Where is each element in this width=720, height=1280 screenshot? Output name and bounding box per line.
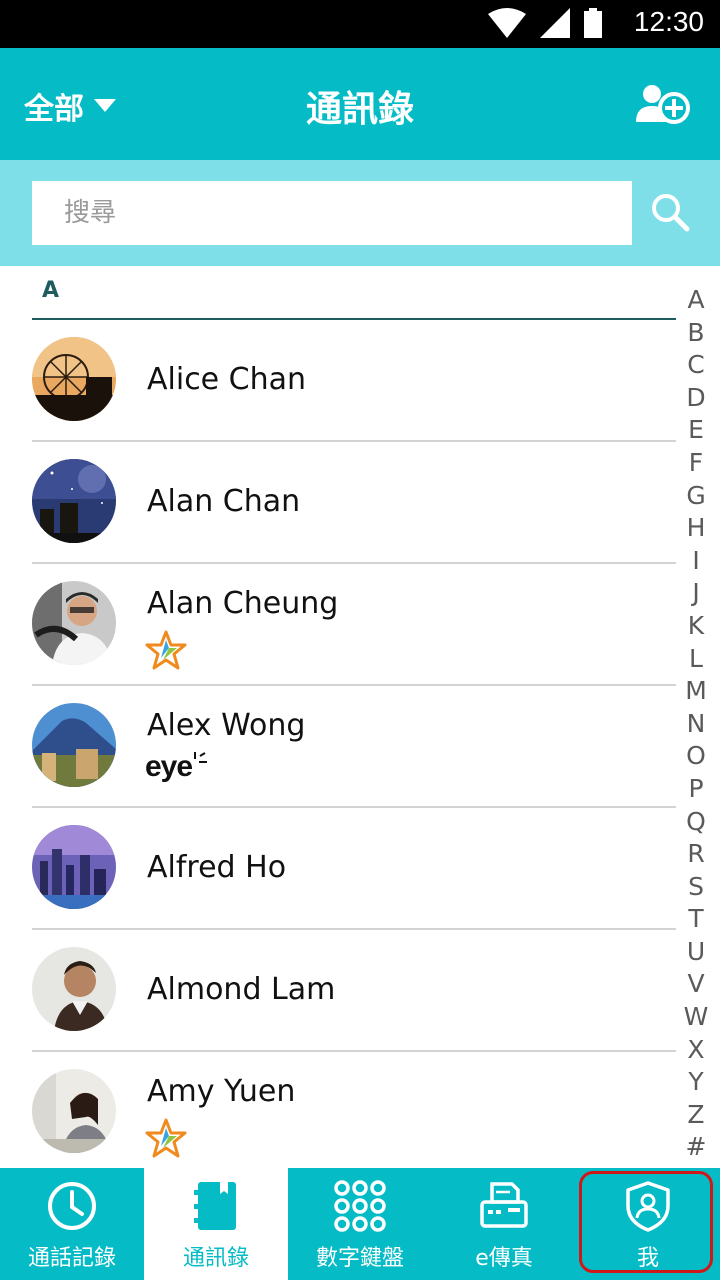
eye-badge-text: eye: [145, 750, 193, 783]
nav-label: e傳真: [475, 1246, 533, 1271]
highlight-box: [579, 1171, 713, 1273]
nav-item-contacts[interactable]: 通訊錄: [144, 1168, 288, 1280]
index-letter[interactable]: K: [680, 610, 712, 643]
avatar: [32, 703, 116, 787]
star-icon: [145, 630, 187, 670]
signal-icon: [540, 8, 570, 38]
index-letter[interactable]: O: [680, 740, 712, 773]
index-letter[interactable]: G: [680, 480, 712, 513]
contact-name: Almond Lam: [147, 972, 336, 1007]
index-letter[interactable]: H: [680, 512, 712, 545]
search-icon[interactable]: [650, 192, 690, 232]
avatar: [32, 947, 116, 1031]
sparkle-icon: [194, 752, 208, 763]
clock-icon: [48, 1182, 96, 1230]
contact-name: Alice Chan: [147, 362, 307, 397]
index-letter[interactable]: Z: [680, 1099, 712, 1132]
index-letter[interactable]: C: [680, 349, 712, 382]
index-letter[interactable]: X: [680, 1034, 712, 1067]
avatar: [32, 825, 116, 909]
contact-name: Alan Chan: [147, 484, 301, 519]
contact-list: Alice Chan Alan Chan Alan Cheung Alex Wo…: [32, 320, 676, 1172]
index-letter[interactable]: V: [680, 968, 712, 1001]
wifi-icon: [488, 8, 526, 38]
index-letter[interactable]: Q: [680, 806, 712, 839]
contact-item[interactable]: Alex Wong eye: [32, 686, 676, 808]
avatar: [32, 581, 116, 665]
index-letter[interactable]: W: [680, 1001, 712, 1034]
nav-item-efax[interactable]: e傳真: [432, 1168, 576, 1280]
section-letter: A: [42, 278, 60, 303]
index-letter[interactable]: T: [680, 903, 712, 936]
contact-item[interactable]: Alan Chan: [32, 442, 676, 564]
star-icon: [145, 1118, 187, 1158]
add-contact-icon[interactable]: [636, 82, 690, 126]
contact-item[interactable]: Alice Chan: [32, 320, 676, 442]
index-letter[interactable]: D: [680, 382, 712, 415]
contact-name: Alfred Ho: [147, 850, 287, 885]
contact-name: Alex Wong: [147, 708, 306, 743]
search-bar: [0, 160, 720, 266]
status-bar: 12:30: [0, 0, 720, 48]
index-letter[interactable]: A: [680, 284, 712, 317]
index-letter[interactable]: F: [680, 447, 712, 480]
nav-label: 通話記錄: [27, 1246, 116, 1271]
battery-icon: [584, 8, 602, 38]
eye-badge: eye: [145, 750, 208, 784]
nav-label: 通訊錄: [182, 1246, 249, 1271]
contact-item[interactable]: Amy Yuen: [32, 1052, 676, 1172]
nav-item-call-log[interactable]: 通話記錄: [0, 1168, 144, 1280]
section-header: A: [32, 266, 676, 320]
status-icons: [488, 8, 602, 38]
index-letter[interactable]: L: [680, 643, 712, 676]
index-letter[interactable]: S: [680, 871, 712, 904]
index-letter[interactable]: R: [680, 838, 712, 871]
nav-item-dialpad[interactable]: 數字鍵盤: [288, 1168, 432, 1280]
search-input[interactable]: [32, 181, 632, 245]
dialpad-icon: [334, 1180, 386, 1232]
avatar: [32, 1069, 116, 1153]
status-time: 12:30: [633, 6, 704, 37]
contact-name: Amy Yuen: [147, 1074, 296, 1109]
contacts-book-icon: [194, 1182, 236, 1230]
index-letter[interactable]: B: [680, 317, 712, 350]
contact-item[interactable]: Almond Lam: [32, 930, 676, 1052]
contact-item[interactable]: Alan Cheung: [32, 564, 676, 686]
app-bar: 全部 通訊錄: [0, 48, 720, 160]
index-letter[interactable]: I: [680, 545, 712, 578]
alphabet-index[interactable]: A B C D E F G H I J K L M N O P Q R S T U V W X Y Z #: [680, 284, 712, 1164]
index-letter[interactable]: N: [680, 708, 712, 741]
page-title: 通訊錄: [305, 89, 414, 130]
avatar: [32, 337, 116, 421]
index-letter[interactable]: #: [680, 1131, 712, 1164]
nav-label: 數字鍵盤: [315, 1246, 404, 1271]
index-letter[interactable]: E: [680, 414, 712, 447]
index-letter[interactable]: P: [680, 773, 712, 806]
index-letter[interactable]: J: [680, 577, 712, 610]
index-letter[interactable]: M: [680, 675, 712, 708]
index-letter[interactable]: Y: [680, 1066, 712, 1099]
contact-name: Alan Cheung: [147, 586, 339, 621]
index-letter[interactable]: U: [680, 936, 712, 969]
contact-item[interactable]: Alfred Ho: [32, 808, 676, 930]
avatar: [32, 459, 116, 543]
fax-icon: [480, 1182, 528, 1228]
